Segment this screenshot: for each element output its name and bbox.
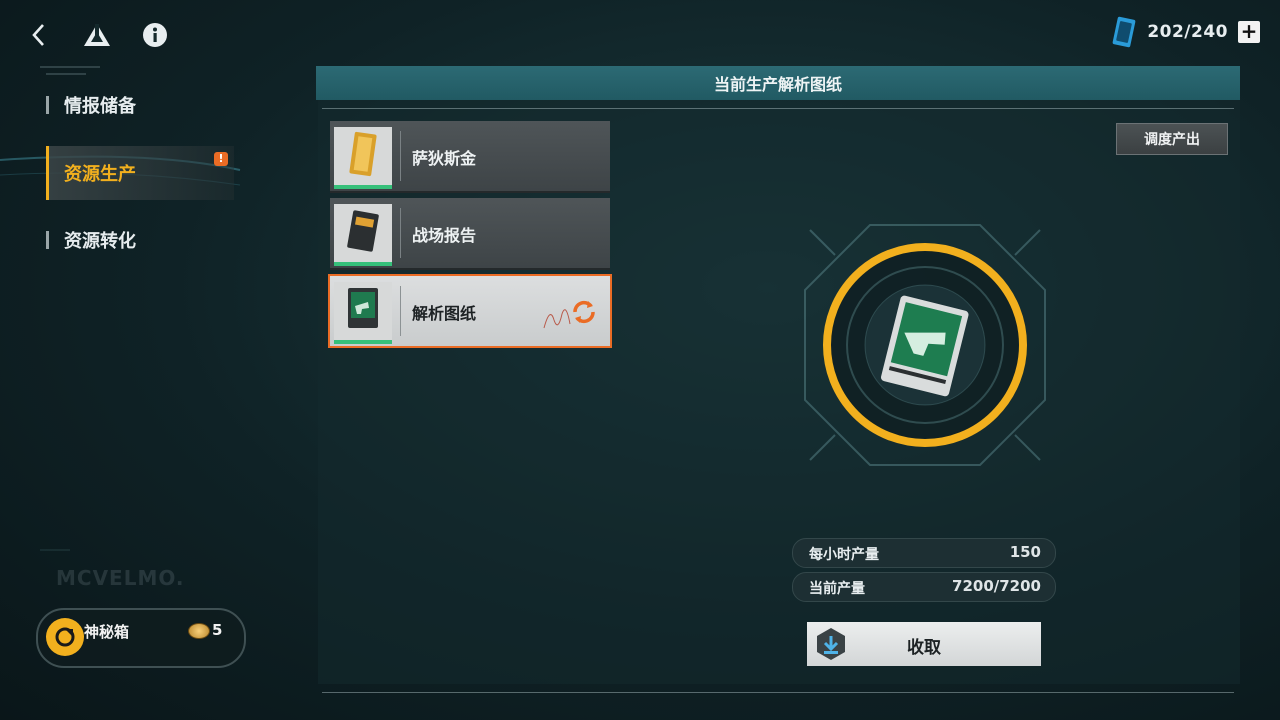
stat-value: 150 (1009, 543, 1041, 561)
battle-report-icon (347, 210, 379, 252)
battle-report-thumbnail (334, 204, 392, 266)
mystery-box-icon (46, 618, 84, 656)
mystery-box-button[interactable]: 神秘箱 5 (36, 608, 246, 668)
info-icon (143, 23, 167, 47)
sidebar-item-resource-conversion[interactable]: 资源转化 (46, 213, 234, 267)
back-button[interactable] (22, 18, 56, 52)
logo-button[interactable] (80, 18, 114, 52)
blueprint-icon (348, 288, 378, 328)
sidebar-item-resource-production[interactable]: 资源生产 ! (46, 146, 234, 200)
card-separator (400, 208, 401, 258)
signature-scribble (543, 309, 571, 329)
resource-name: 解析图纸 (412, 304, 477, 323)
resource-name: 萨狄斯金 (412, 149, 477, 168)
card-separator (400, 286, 401, 336)
currency-count: 202/240 (1147, 22, 1228, 42)
stat-value: 7200/7200 (952, 577, 1041, 595)
add-currency-button[interactable]: + (1238, 21, 1260, 43)
nav-indicator (46, 146, 49, 200)
sidebar-item-label: 资源生产 (64, 164, 136, 185)
stat-label: 每小时产量 (809, 547, 879, 563)
currency-display: 202/240 + (1111, 16, 1260, 48)
panel-divider (322, 692, 1234, 693)
brand-watermark: MCVELMO. (56, 566, 185, 590)
mystery-box-count: 5 (212, 621, 223, 639)
nav-indicator (46, 96, 49, 114)
coin-icon (188, 623, 210, 639)
mystery-box-label: 神秘箱 (84, 623, 130, 641)
hourly-output-row: 每小时产量 150 (792, 538, 1056, 568)
triangle-logo-icon (84, 24, 110, 46)
sidebar-item-label: 情报储备 (64, 96, 136, 117)
collect-button[interactable]: 收取 (807, 622, 1041, 666)
blueprint-thumbnail (334, 282, 392, 344)
panel-header: 当前生产解析图纸 (316, 66, 1240, 100)
resource-name: 战场报告 (412, 226, 477, 245)
collect-label: 收取 (907, 638, 941, 658)
nav-indicator (46, 231, 49, 249)
current-output-row: 当前产量 7200/7200 (792, 572, 1056, 602)
sidebar-item-label: 资源转化 (64, 231, 136, 252)
sidebar-item-intel-reserve[interactable]: 情报储备 (46, 78, 234, 132)
production-emblem (804, 224, 1046, 466)
alert-badge: ! (214, 152, 228, 166)
resource-card-battle-report[interactable]: 战场报告 (330, 198, 610, 270)
data-card-icon (1112, 16, 1136, 48)
chevron-left-icon (32, 24, 44, 46)
info-button[interactable] (138, 18, 172, 52)
gold-bar-thumbnail (334, 127, 392, 189)
panel-divider (322, 108, 1234, 109)
gold-bar-icon (349, 131, 377, 177)
panel-title: 当前生产解析图纸 (713, 75, 842, 94)
stat-label: 当前产量 (809, 581, 865, 597)
card-separator (400, 131, 401, 181)
resource-card-sardis-gold[interactable]: 萨狄斯金 (330, 121, 610, 193)
dispatch-output-button[interactable]: 调度产出 (1116, 123, 1228, 155)
resource-card-blueprint[interactable]: 解析图纸 (328, 274, 612, 348)
